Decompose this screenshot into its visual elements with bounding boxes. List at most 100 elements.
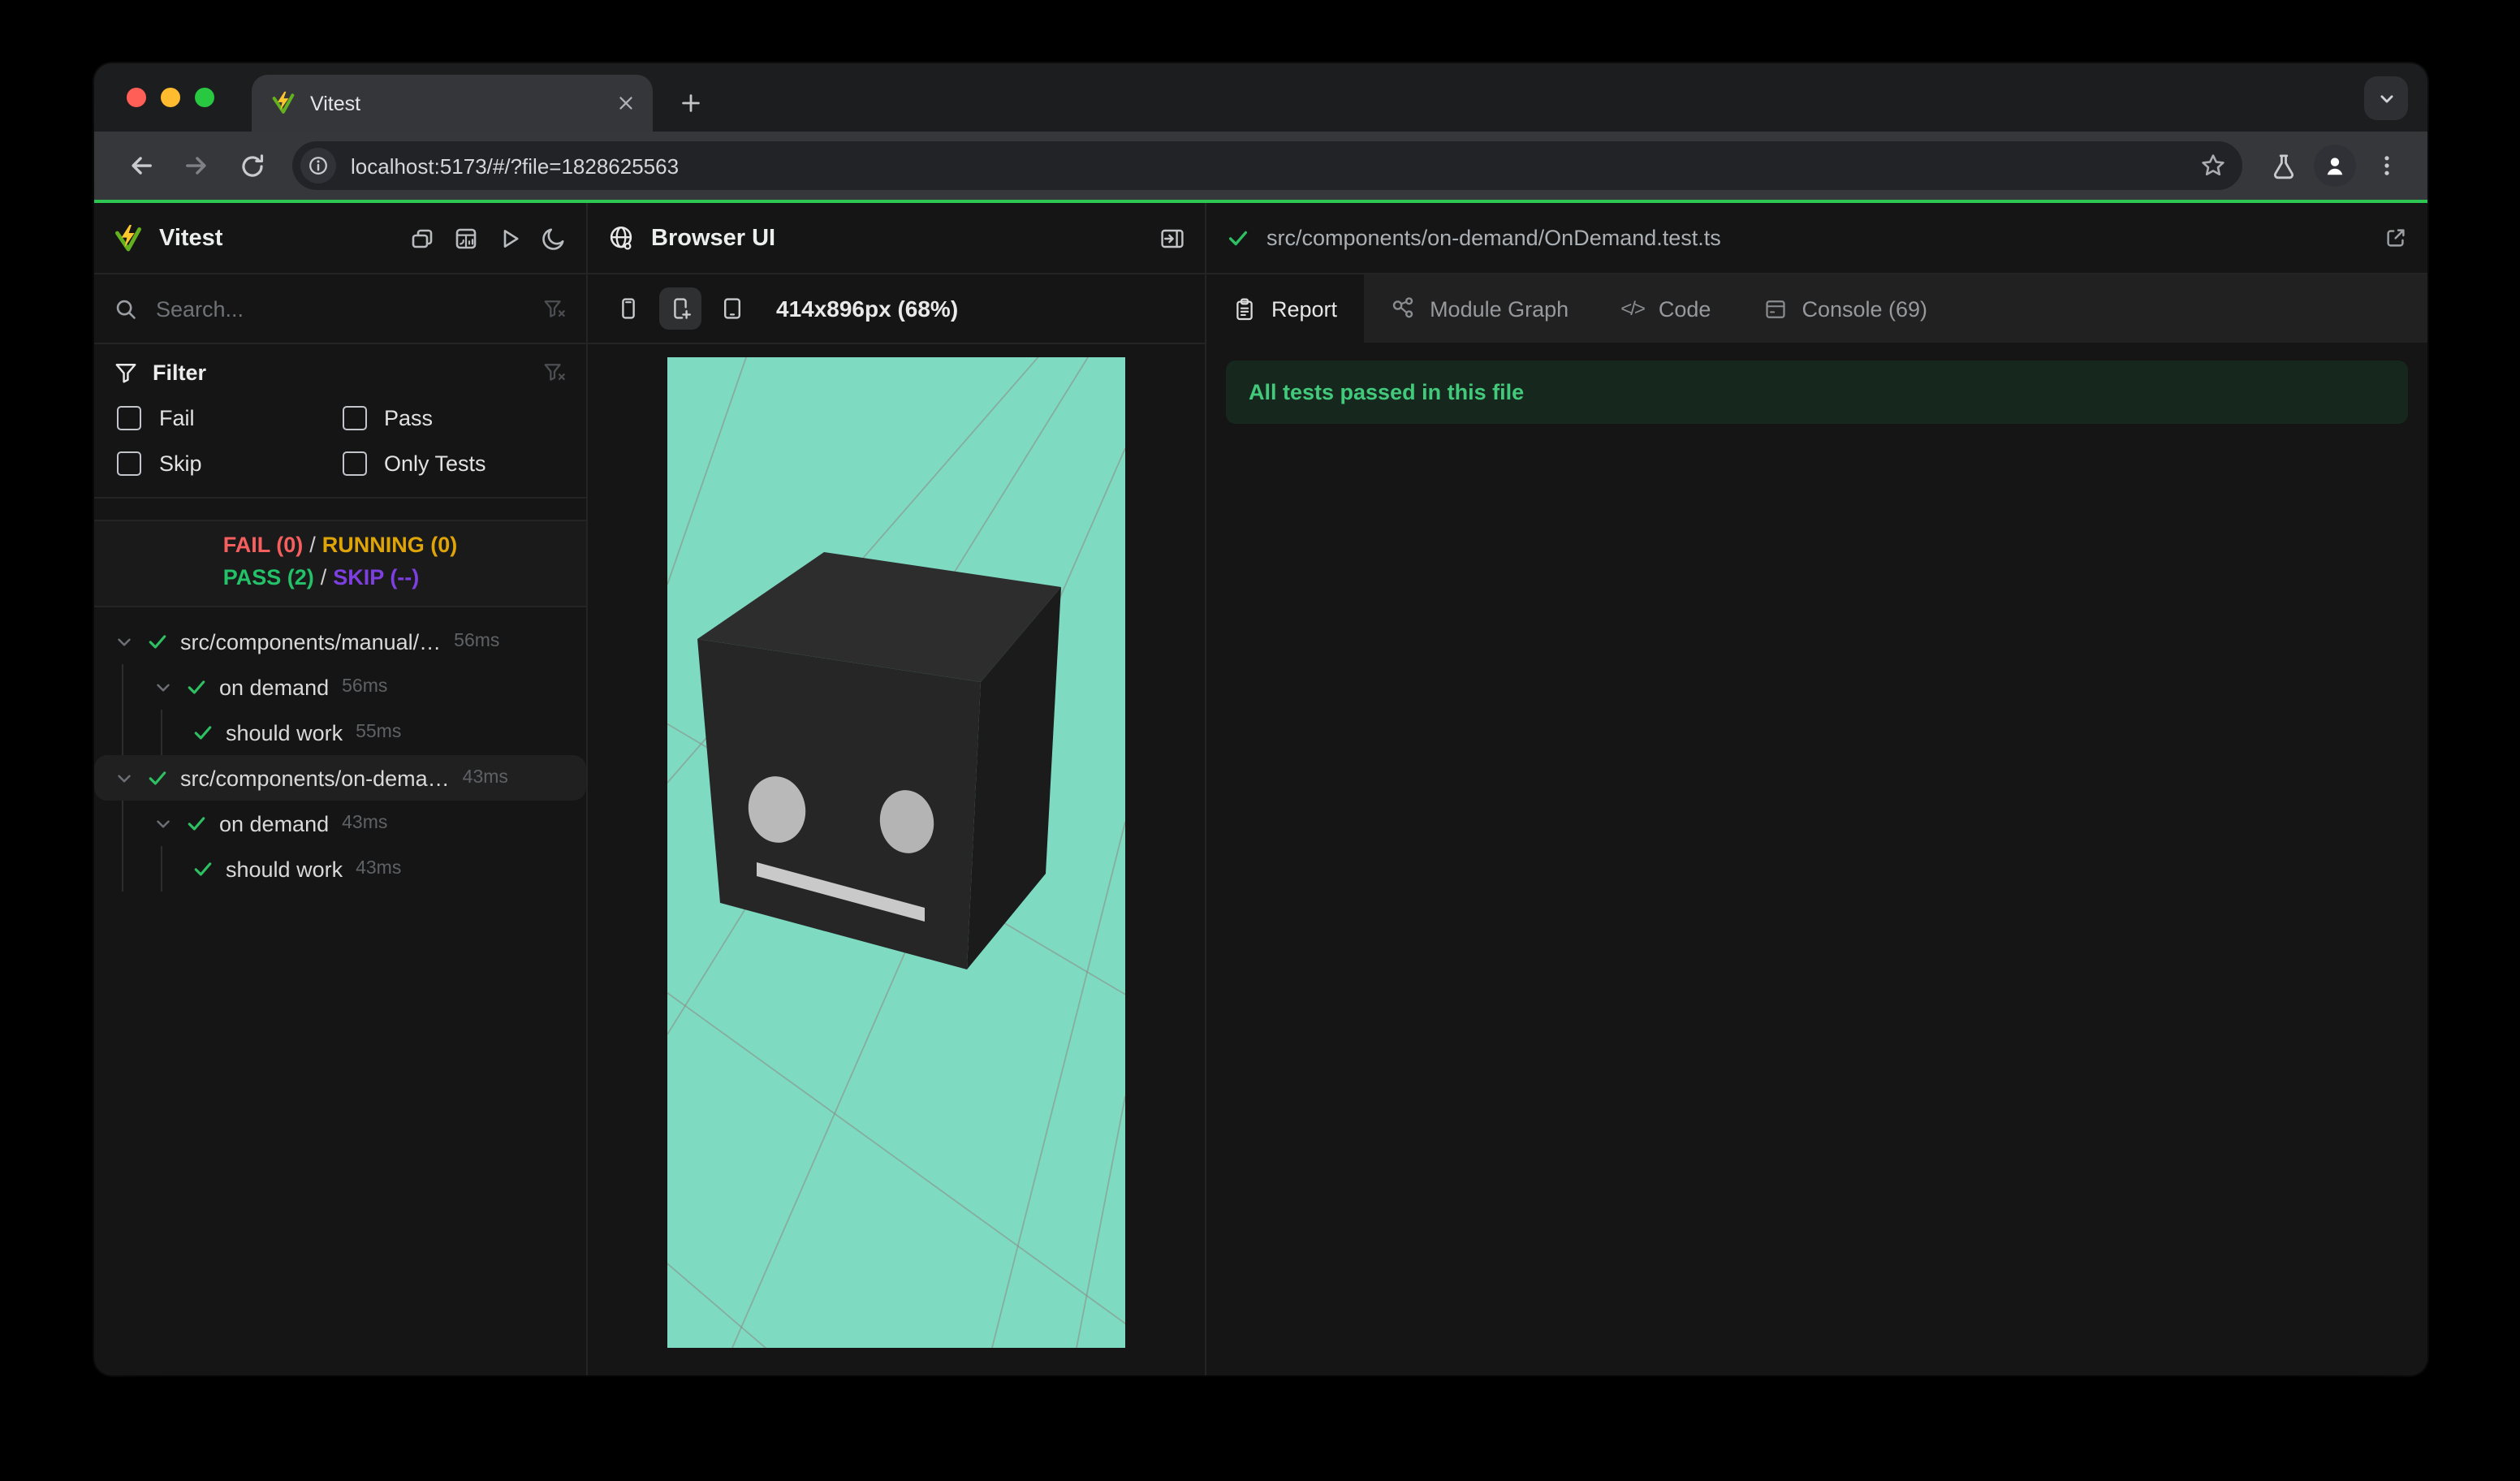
clear-filter-button[interactable] (542, 361, 567, 385)
vitest-logo (115, 224, 141, 251)
test-file-row-selected[interactable]: src/components/on-dema… 43ms (94, 755, 586, 801)
url-text: localhost:5173/#/?file=1828625563 (351, 153, 680, 178)
test-suite-row[interactable]: on demand 56ms (94, 664, 586, 710)
summary-line-2: PASS (2) / SKIP (--) (222, 565, 420, 589)
tablet-icon (723, 298, 741, 319)
collapse-windows-button[interactable] (409, 225, 435, 251)
phone-plus-icon (674, 298, 691, 319)
chevron-down-icon[interactable] (114, 631, 135, 652)
filter-option-skip[interactable]: Skip (117, 451, 342, 476)
dashboard-button[interactable] (453, 225, 479, 251)
tab-close-icon[interactable] (615, 93, 636, 114)
device-phone-plus-button[interactable] (659, 287, 701, 330)
open-external-button[interactable] (2384, 226, 2408, 250)
vitest-ui: Vitest Search... Filter Fail Pass Skip O… (94, 203, 2427, 1375)
tab-strip: Vitest (94, 63, 2427, 132)
tab-code[interactable]: </> Code (1594, 274, 1737, 343)
sidebar-header: Vitest (94, 203, 586, 274)
module-graph-icon (1389, 296, 1415, 322)
tab-module-graph[interactable]: Module Graph (1363, 274, 1594, 343)
pass-check-icon (185, 676, 208, 698)
pass-check-icon (1226, 226, 1250, 250)
dock-panel-button[interactable] (1159, 225, 1185, 251)
forward-button[interactable] (172, 141, 221, 190)
filter-option-pass[interactable]: Pass (342, 406, 567, 430)
filter-x-icon (544, 300, 565, 317)
report-panel: src/components/on-demand/OnDemand.test.t… (1206, 203, 2427, 1375)
person-icon (2327, 158, 2343, 175)
all-tests-passed-banner: All tests passed in this file (1226, 361, 2408, 424)
checkbox[interactable] (342, 406, 366, 430)
device-tablet-button[interactable] (711, 287, 753, 330)
pass-check-icon (192, 857, 214, 880)
browser-menu-button[interactable] (2362, 141, 2411, 190)
reload-icon (241, 153, 263, 176)
tested-app-viewport[interactable] (667, 357, 1125, 1348)
bookmark-star-button[interactable] (2200, 153, 2226, 179)
test-summary: FAIL (0) / RUNNING (0) PASS (2) / SKIP (--) (94, 520, 586, 607)
app-title: Vitest (159, 225, 223, 251)
test-file-row[interactable]: src/components/manual/… 56ms (94, 619, 586, 664)
device-phone-button[interactable] (607, 287, 649, 330)
tab-search-button[interactable] (2364, 76, 2408, 120)
pass-check-icon (192, 721, 214, 744)
test-case-row[interactable]: should work 43ms (94, 846, 586, 892)
experiments-button[interactable] (2259, 141, 2307, 190)
dark-mode-toggle[interactable] (541, 225, 567, 251)
minimize-window-button[interactable] (161, 88, 180, 107)
pass-check-icon (146, 766, 169, 789)
test-case-row[interactable]: should work 55ms (94, 710, 586, 755)
chevron-down-icon[interactable] (153, 676, 174, 697)
filter-section: Filter Fail Pass Skip Only Tests (94, 344, 586, 499)
maximize-window-button[interactable] (195, 88, 214, 107)
test-tree: src/components/manual/… 56ms on demand 56m… (94, 607, 586, 1375)
search-input[interactable] (153, 295, 528, 322)
address-bar[interactable]: localhost:5173/#/?file=1828625563 (292, 141, 2242, 190)
code-icon: </> (1620, 297, 1646, 320)
external-link-icon (2387, 229, 2405, 247)
checkbox[interactable] (117, 451, 141, 476)
pass-check-icon (146, 630, 169, 653)
windows-icon (412, 228, 433, 248)
panel-title: Browser UI (651, 225, 776, 251)
site-info-button[interactable] (300, 148, 336, 184)
search-icon (116, 299, 136, 318)
console-icon (1763, 296, 1787, 321)
plus-icon (681, 93, 699, 111)
pass-count: PASS (2) (222, 565, 314, 589)
clear-search-filter-button[interactable] (542, 296, 567, 321)
test-suite-row[interactable]: on demand 43ms (94, 801, 586, 846)
tab-report[interactable]: Report (1206, 274, 1364, 343)
checkbox[interactable] (342, 451, 366, 476)
file-header: src/components/on-demand/OnDemand.test.t… (1206, 203, 2427, 274)
close-window-button[interactable] (127, 88, 146, 107)
filter-option-only-tests[interactable]: Only Tests (342, 451, 567, 476)
kebab-menu-icon (2384, 156, 2389, 175)
profile-avatar[interactable] (2314, 145, 2356, 187)
browser-tab[interactable]: Vitest (252, 75, 653, 132)
info-icon (309, 157, 327, 175)
tab-console[interactable]: Console (69) (1737, 274, 1953, 343)
filter-x-icon (544, 364, 565, 381)
new-tab-button[interactable] (666, 78, 714, 127)
play-icon (503, 229, 519, 247)
report-tab-bar: Report Module Graph </> Code Console (69… (1206, 274, 2427, 343)
screen: Vitest localhost:5173/#/?file=1828625563… (0, 0, 2520, 1481)
vitest-favicon (272, 91, 295, 114)
reload-button[interactable] (227, 141, 276, 190)
moon-icon (542, 227, 564, 249)
skip-count: SKIP (--) (333, 565, 420, 589)
pass-check-icon (185, 812, 208, 835)
phone-icon (622, 298, 635, 319)
chevron-down-icon (2380, 94, 2393, 102)
filter-option-fail[interactable]: Fail (117, 406, 342, 430)
run-all-button[interactable] (497, 225, 523, 251)
browser-ui-panel: Browser UI 414x896px (68%) (588, 203, 1206, 1375)
checkbox[interactable] (117, 406, 141, 430)
back-button[interactable] (117, 141, 166, 190)
star-icon (2202, 154, 2224, 176)
chevron-down-icon[interactable] (114, 767, 135, 788)
browser-window: Vitest localhost:5173/#/?file=1828625563… (94, 63, 2427, 1375)
panel-right-icon (1161, 228, 1184, 248)
chevron-down-icon[interactable] (153, 813, 174, 834)
